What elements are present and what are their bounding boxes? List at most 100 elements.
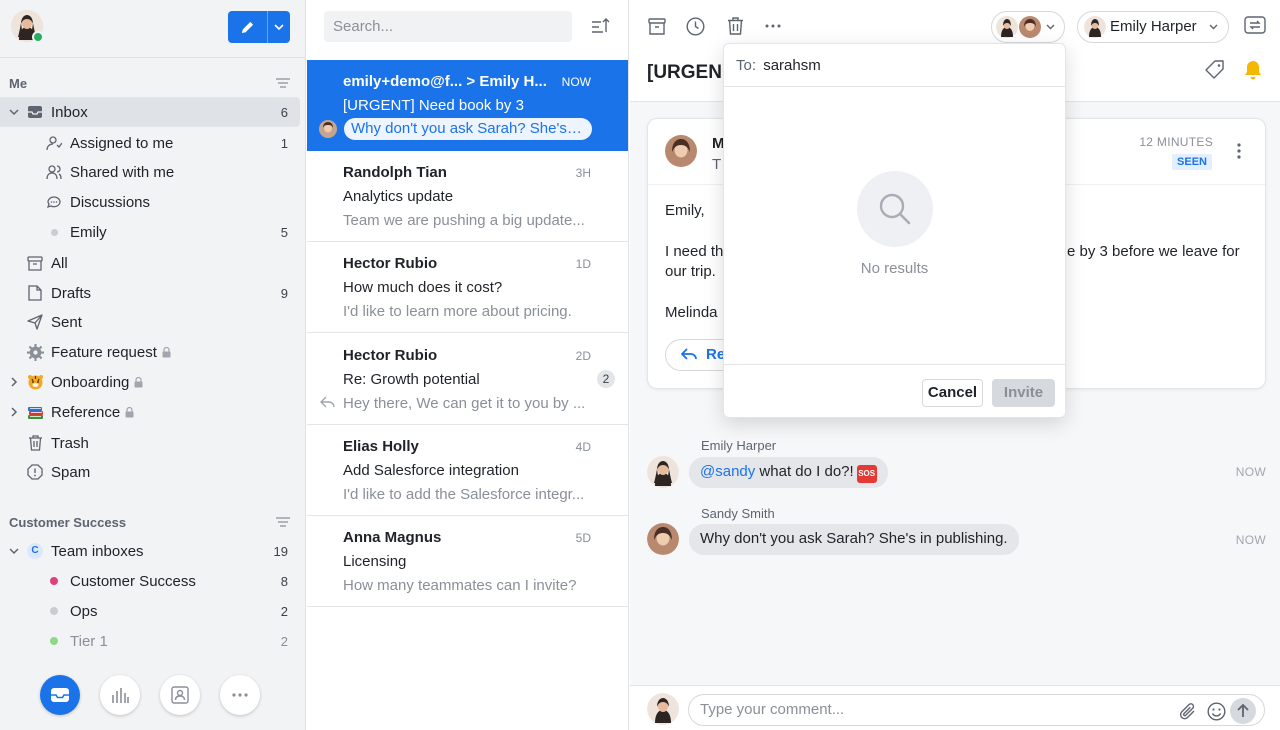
message-row[interactable]: Hector Rubio 1D How much does it cost? I… [307,242,628,333]
cancel-button[interactable]: Cancel [922,379,983,407]
chevron-down-icon[interactable] [8,106,20,118]
sidebar-item-all[interactable]: All [0,248,300,278]
invite-button[interactable]: Invite [992,379,1055,407]
sidebar-item-label: Ops [70,602,98,620]
sidebar-item-spam[interactable]: Spam [0,457,300,487]
search-input[interactable]: Search... [324,11,572,42]
message-from: Hector Rubio [343,255,438,272]
email-to: T [712,156,722,173]
trash-icon[interactable] [725,16,745,36]
sidebar-item-ops[interactable]: Ops 2 [0,596,300,626]
sidebar-item-reference[interactable]: Reference [0,397,300,427]
tag-icon[interactable] [1205,60,1225,80]
dot [50,577,58,585]
invite-to-field[interactable]: To: sarahsm [724,44,1065,87]
more-nav-button[interactable] [220,675,260,715]
message-subject: [URGENT] Need book by 3 [343,97,524,114]
conversation-title: [URGEN [647,62,722,83]
label-dot [45,632,63,650]
no-results-text: No results [860,260,929,277]
switch-view-icon[interactable] [1243,15,1267,35]
assigned-user-icon [45,134,63,152]
sidebar-item-label: Drafts [51,284,92,302]
filter-icon[interactable] [276,78,290,88]
sidebar-item-team-inboxes[interactable]: C Team inboxes 19 [0,536,300,566]
comment-bubble: Why don't you ask Sarah? She's in publis… [689,524,1019,555]
send-icon [26,313,44,331]
message-row-selected[interactable]: emily+demo@f... > Emily H... NOW [URGENT… [307,60,628,151]
filter-icon[interactable] [276,517,290,527]
comment-input[interactable]: Type your comment... [688,694,1265,726]
sidebar-item-customer-success[interactable]: Customer Success 8 [0,566,300,596]
assignee-avatar [1019,16,1041,38]
invite-teammate-popover: To: sarahsm No results Cancel Invite [723,43,1066,418]
chevron-right-icon[interactable] [8,406,20,418]
email-line: our trip. [665,263,716,280]
popover-footer: Cancel Invite [724,364,1065,417]
sidebar-item-tier-1[interactable]: Tier 1 2 [0,626,300,656]
user-menu-dropdown[interactable]: Emily Harper [1077,11,1229,43]
clock-icon[interactable] [685,16,705,36]
message-time: 2D [575,349,591,363]
kebab-menu-icon[interactable] [1237,143,1241,159]
lock-icon [162,346,171,357]
comment-time: NOW [1235,533,1266,547]
sort-icon[interactable] [591,17,611,33]
sidebar-item-label: Sent [51,313,82,331]
gear-icon [26,343,44,361]
message-row[interactable]: Randolph Tian 3H Analytics update Team w… [307,151,628,242]
dot [50,228,58,236]
contacts-nav-button[interactable] [160,675,200,715]
comment-bubble: @sandy what do I do?! SOS [689,457,888,488]
message-row[interactable]: Hector Rubio 2D Re: Growth potential 2 H… [307,334,628,425]
seen-badge: SEEN [1172,154,1212,170]
sidebar-item-shared-with-me[interactable]: Shared with me [0,157,300,187]
message-preview: I'd like to learn more about pricing. [343,303,572,320]
sidebar-item-label: Customer Success [70,572,196,590]
archive-icon[interactable] [647,16,667,36]
sidebar-item-assigned-to-me[interactable]: Assigned to me 1 [0,128,300,158]
team-section-heading: Customer Success [9,515,127,530]
message-preview: I'd like to add the Salesforce integr... [343,486,585,503]
chevron-right-icon[interactable] [8,376,20,388]
sidebar-item-trash[interactable]: Trash [0,428,300,458]
inbox-nav-button[interactable] [40,675,80,715]
send-comment-button[interactable] [1230,698,1256,724]
sidebar-item-drafts[interactable]: Drafts 9 [0,278,300,308]
comment-avatar [647,456,679,488]
comment-composer: Type your comment... [630,685,1280,730]
message-row[interactable]: Anna Magnus 5D Licensing How many teamma… [307,516,628,607]
sidebar-item-discussions[interactable]: Discussions [0,187,300,217]
analytics-nav-button[interactable] [100,675,140,715]
comment-text: what do I do?! [755,463,854,480]
assignees-dropdown[interactable] [991,11,1065,43]
comment-author: Sandy Smith [701,506,775,521]
sidebar-item-label: Inbox [51,103,88,121]
paperclip-icon[interactable] [1179,702,1197,721]
more-dots-icon[interactable] [763,16,783,36]
sender-mini-avatar [319,120,337,138]
to-input-value[interactable]: sarahsm [763,57,821,74]
message-list: Search... emily+demo@f... > Emily H... N… [307,0,629,730]
to-label: To: [736,57,757,74]
compose-button[interactable] [228,11,290,43]
sidebar-item-feature-request[interactable]: Feature request [0,337,300,367]
sidebar-item-emily[interactable]: Emily 5 [0,217,300,247]
message-time: 3H [575,166,591,180]
message-preview: Why don't you ask Sarah? She's in ... [344,118,592,140]
dot [50,637,58,645]
mention-link[interactable]: @sandy [700,463,755,480]
sidebar-item-label: Onboarding [51,373,130,391]
sidebar-item-sent[interactable]: Sent [0,307,300,337]
chevron-down-icon[interactable] [268,11,290,43]
sidebar-item-inbox[interactable]: Inbox 6 [0,97,300,127]
bell-icon[interactable] [1244,60,1262,81]
pencil-icon[interactable] [228,11,268,43]
sidebar: Me Inbox 6 Assigned to me 1 Shared with … [0,0,306,730]
chevron-down-icon[interactable] [8,545,20,557]
message-row[interactable]: Elias Holly 4D Add Salesforce integratio… [307,425,628,516]
message-time: 5D [575,531,591,545]
emoji-icon[interactable] [1207,702,1226,721]
sidebar-footer-nav [0,670,306,720]
sidebar-item-onboarding[interactable]: Onboarding [0,367,300,397]
